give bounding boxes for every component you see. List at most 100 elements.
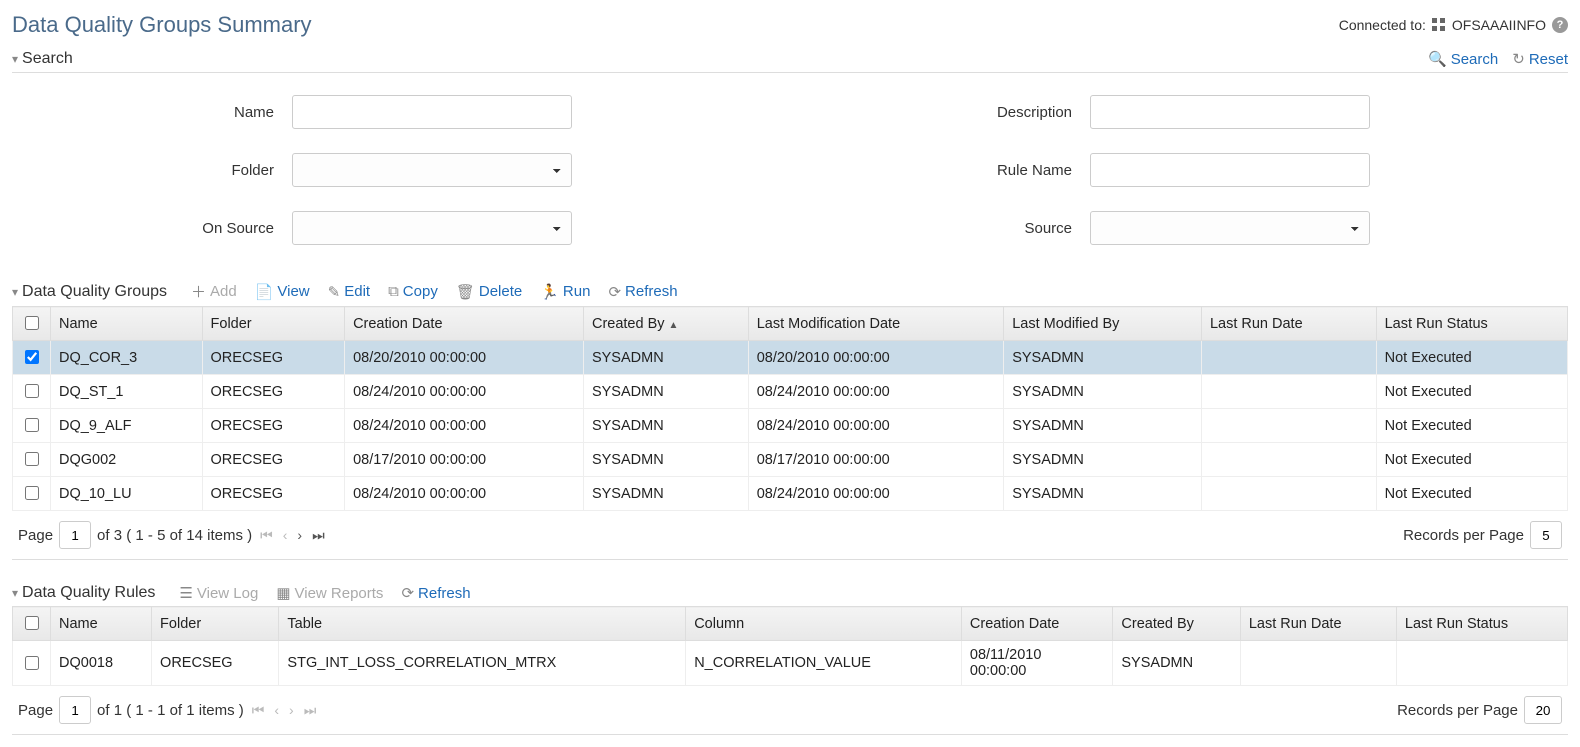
page-label: Page [18,527,53,544]
column-header[interactable]: Name [51,607,152,641]
last-page-button[interactable]: ⏭ [310,527,327,544]
table-row[interactable]: DQG002ORECSEG08/17/2010 00:00:00SYSADMN0… [13,443,1568,477]
refresh-label: Refresh [625,283,678,300]
column-header[interactable]: Last Run Status [1376,307,1567,341]
column-header[interactable]: Created By [1113,607,1240,641]
column-header[interactable]: Name [51,307,203,341]
column-header[interactable]: Creation Date [961,607,1113,641]
chevron-down-icon: ▾ [12,586,18,600]
help-icon[interactable]: ? [1552,17,1568,33]
column-header[interactable]: Last Run Date [1240,607,1396,641]
cell: SYSADMN [1004,409,1202,443]
table-row[interactable]: DQ_COR_3ORECSEG08/20/2010 00:00:00SYSADM… [13,341,1568,375]
table-row[interactable]: DQ_9_ALFORECSEG08/24/2010 00:00:00SYSADM… [13,409,1568,443]
page-input[interactable] [59,521,91,549]
cell: DQ0018 [51,641,152,686]
select-all-header[interactable] [13,607,51,641]
cell [1201,375,1376,409]
column-header[interactable]: Created By▲ [583,307,748,341]
column-header[interactable]: Last Run Status [1396,607,1567,641]
chevron-down-icon: ▾ [12,285,18,299]
column-header[interactable]: Folder [152,607,279,641]
next-page-button[interactable]: › [295,527,304,543]
cell: ORECSEG [202,477,345,511]
add-button[interactable]: ＋ Add [191,281,237,302]
rules-table: NameFolderTableColumnCreation DateCreate… [12,606,1568,686]
select-all-checkbox[interactable] [25,316,39,330]
select-all-header[interactable] [13,307,51,341]
first-page-button[interactable]: ⏮ [258,527,275,544]
row-checkbox[interactable] [25,350,39,364]
description-input[interactable] [1090,95,1370,129]
cell [1201,341,1376,375]
column-header[interactable]: Table [279,607,686,641]
cell: 08/24/2010 00:00:00 [748,477,1004,511]
rules-section-header[interactable]: ▾ Data Quality Rules [12,584,155,602]
search-section-header[interactable]: ▾ Search [12,50,73,68]
cell: SYSADMN [583,409,748,443]
chevron-down-icon: ▾ [12,52,18,66]
cell: 08/11/201000:00:00 [961,641,1113,686]
rpp-input[interactable] [1530,521,1562,549]
cell: SYSADMN [1113,641,1240,686]
column-header[interactable]: Last Run Date [1201,307,1376,341]
cell: SYSADMN [583,341,748,375]
cell [1201,409,1376,443]
refresh-button[interactable]: ⟳ Refresh [608,283,677,301]
next-page-button[interactable]: › [287,702,296,718]
row-checkbox[interactable] [25,418,39,432]
column-header[interactable]: Last Modified By [1004,307,1202,341]
cell: 08/24/2010 00:00:00 [345,409,584,443]
reset-button[interactable]: ↻ Reset [1512,50,1568,68]
on-source-select[interactable] [292,211,572,245]
datasource-icon [1432,18,1446,32]
page-of-text: of 1 ( 1 - 1 of 1 items ) [97,702,244,719]
folder-select[interactable] [292,153,572,187]
cell: Not Executed [1376,341,1567,375]
cell: 08/20/2010 00:00:00 [345,341,584,375]
run-button[interactable]: 🏃 Run [540,283,590,301]
cell: ORECSEG [202,341,345,375]
column-header[interactable]: Column [686,607,962,641]
row-checkbox[interactable] [25,452,39,466]
edit-button[interactable]: ✎ Edit [328,283,370,301]
rpp-label: Records per Page [1397,702,1518,719]
rules-toolbar: ▾ Data Quality Rules ☰ View Log ▦ View R… [12,580,1568,606]
row-checkbox[interactable] [25,656,39,670]
page-input[interactable] [59,696,91,724]
add-label: Add [210,283,237,300]
last-page-button[interactable]: ⏭ [302,702,319,719]
select-all-checkbox[interactable] [25,616,39,630]
cell: Not Executed [1376,443,1567,477]
row-checkbox[interactable] [25,486,39,500]
copy-button[interactable]: ⧉ Copy [388,283,438,300]
table-row[interactable]: DQ_10_LUORECSEG08/24/2010 00:00:00SYSADM… [13,477,1568,511]
rule-name-input[interactable] [1090,153,1370,187]
view-log-button[interactable]: ☰ View Log [179,584,258,602]
cell: SYSADMN [583,443,748,477]
search-button[interactable]: 🔍 Search [1428,50,1498,68]
table-row[interactable]: DQ_ST_1ORECSEG08/24/2010 00:00:00SYSADMN… [13,375,1568,409]
view-reports-button[interactable]: ▦ View Reports [276,584,383,602]
view-button[interactable]: 📄 View [255,283,310,301]
prev-page-button[interactable]: ‹ [272,702,281,718]
table-row[interactable]: DQ0018ORECSEGSTG_INT_LOSS_CORRELATION_MT… [13,641,1568,686]
row-checkbox[interactable] [25,384,39,398]
rules-section-title: Data Quality Rules [22,584,155,602]
prev-page-button[interactable]: ‹ [281,527,290,543]
groups-section-header[interactable]: ▾ Data Quality Groups [12,283,167,301]
connected-to: Connected to: OFSAAAIINFO ? [1339,17,1568,33]
source-select[interactable] [1090,211,1370,245]
rpp-input[interactable] [1524,696,1562,724]
first-page-button[interactable]: ⏮ [250,702,267,719]
page-of-text: of 3 ( 1 - 5 of 14 items ) [97,527,252,544]
cell: Not Executed [1376,477,1567,511]
column-header[interactable]: Last Modification Date [748,307,1004,341]
delete-button[interactable]: 🗑 Delete [456,283,522,301]
rules-refresh-button[interactable]: ⟳ Refresh [401,584,470,602]
rules-refresh-label: Refresh [418,585,471,602]
column-header[interactable]: Creation Date [345,307,584,341]
column-header[interactable]: Folder [202,307,345,341]
cell: SYSADMN [1004,341,1202,375]
name-input[interactable] [292,95,572,129]
